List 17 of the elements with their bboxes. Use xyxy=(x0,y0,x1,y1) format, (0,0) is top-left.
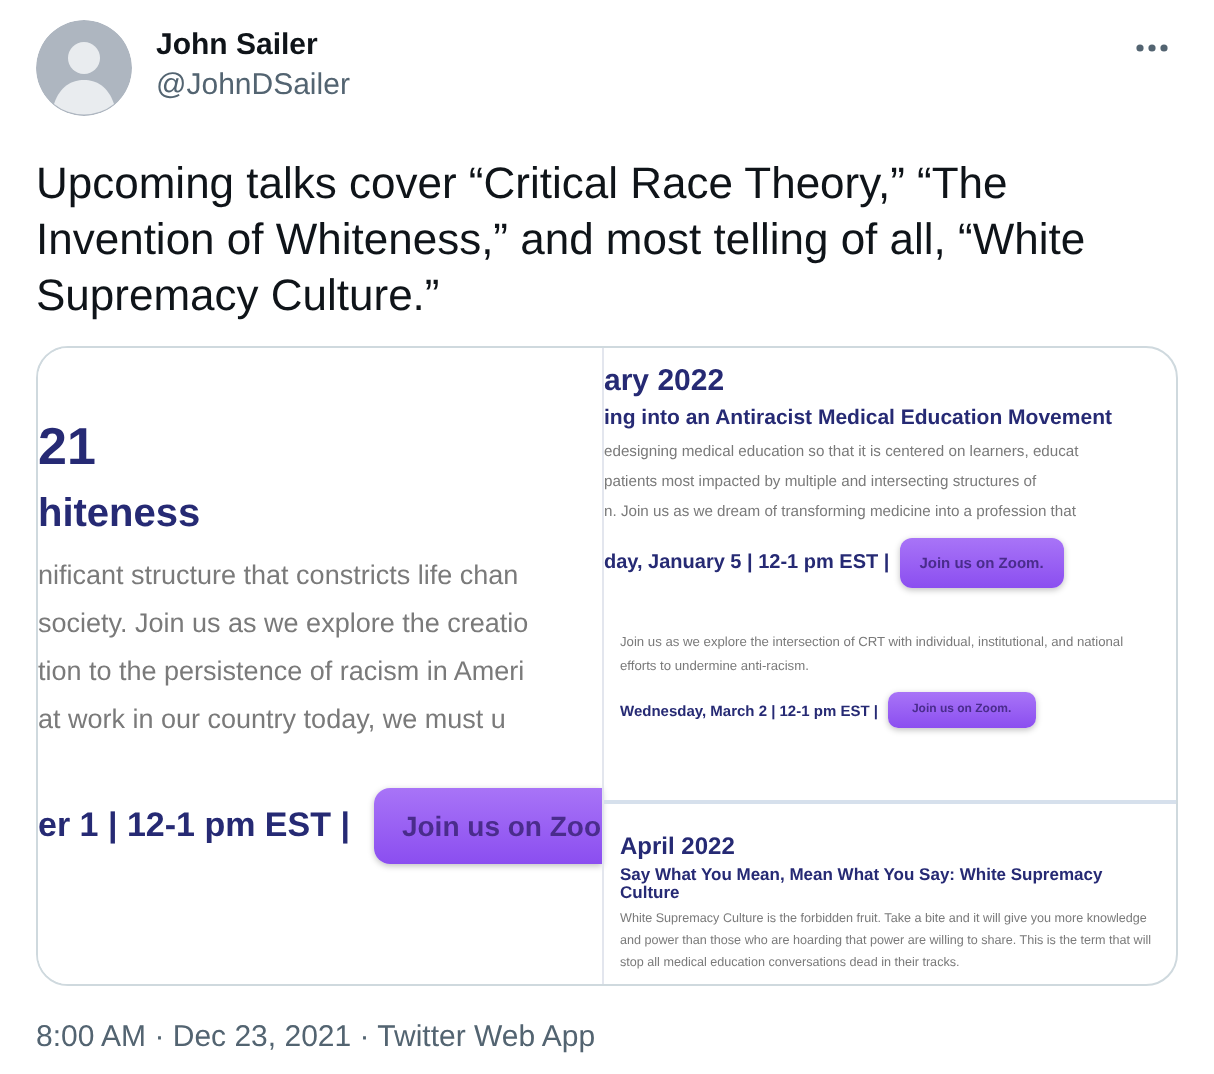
description-line: nificant structure that constricts life chan xyxy=(38,558,519,594)
author-handle[interactable]: @JohnDSailer xyxy=(156,66,1110,106)
event-title: Say What You Mean, Mean What You Say: White Supremacy Culture xyxy=(620,866,1105,902)
event-schedule: day, January 5 | 12-1 pm EST | xyxy=(604,552,890,574)
event-title: hiteness xyxy=(38,490,203,540)
description-line: society. Join us as we explore the creatio xyxy=(38,606,529,642)
event-heading: ary 2022 xyxy=(604,364,727,400)
description-line: at work in our country today, we must u xyxy=(38,702,506,738)
author-name[interactable]: John Sailer xyxy=(156,26,1110,66)
event-heading: April 2022 xyxy=(620,832,737,860)
event-title: ing into an Antiracist Medical Education Movement xyxy=(604,404,1114,432)
event-schedule: er 1 | 12-1 pm EST | xyxy=(38,806,350,846)
tweet-timestamp[interactable]: 8:00 AM · Dec 23, 2021 · Twitter Web App xyxy=(36,1020,1178,1054)
description-line: tion to the persistence of racism in Ameri xyxy=(38,654,525,690)
more-icon[interactable] xyxy=(1134,42,1170,54)
tweet-text: Upcoming talks cover “Critical Race Theory,” “The Invention of Whiteness,” and most telling of all, “White Supremacy Culture.” xyxy=(36,156,1088,324)
event-heading: 21 xyxy=(38,416,98,476)
